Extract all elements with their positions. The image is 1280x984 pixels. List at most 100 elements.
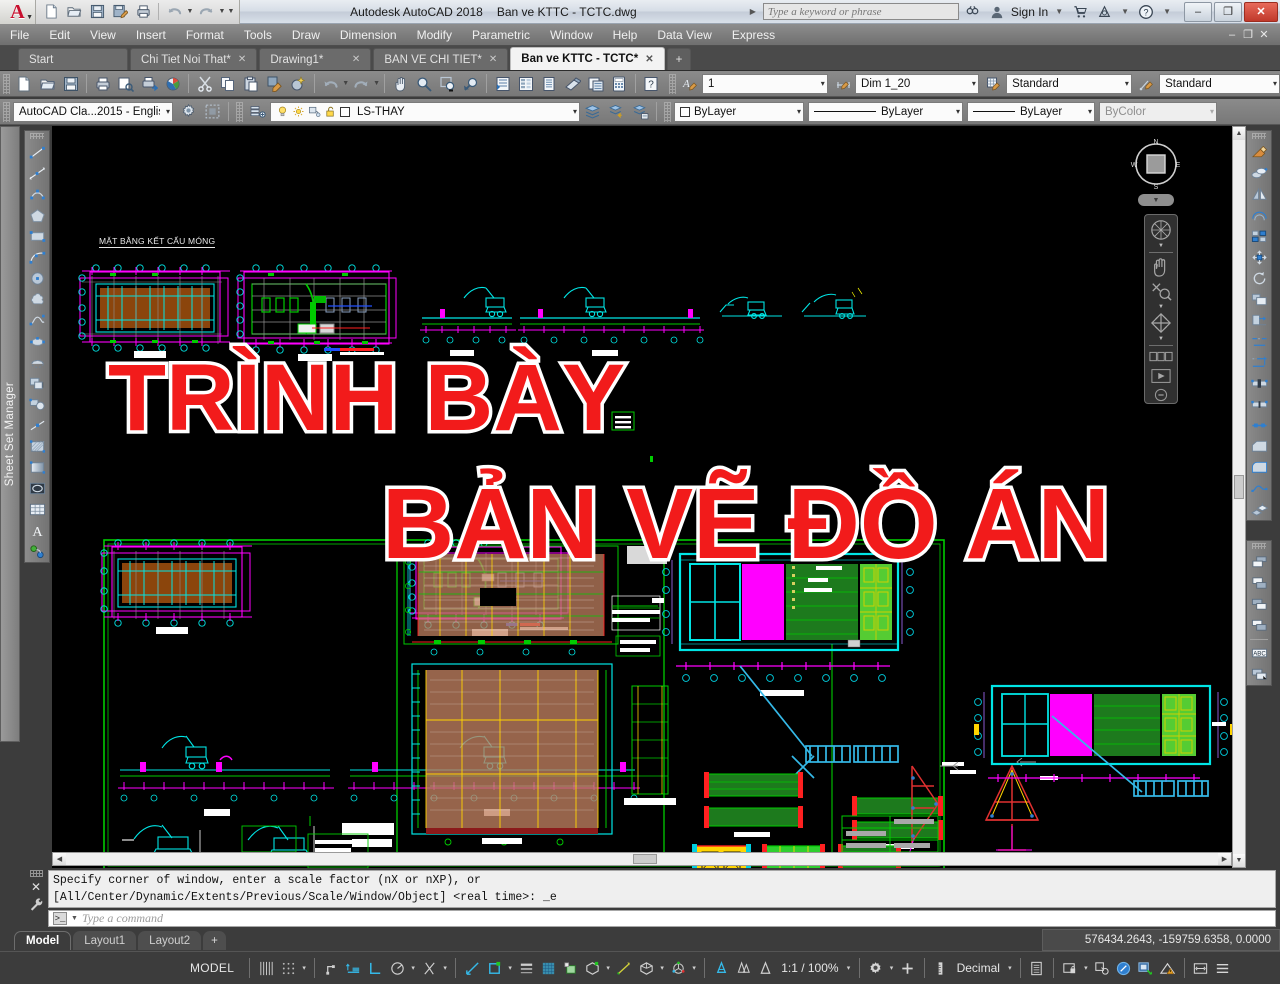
erase-icon[interactable] — [1248, 142, 1270, 163]
undo-button[interactable] — [163, 1, 185, 22]
3d-osnap-dropdown-arrow[interactable]: ▾ — [603, 964, 613, 972]
qnew-button[interactable] — [13, 72, 36, 95]
application-menu-button[interactable]: A ▼ — [0, 0, 36, 24]
gizmo-dropdown-arrow[interactable]: ▾ — [689, 964, 699, 972]
mirror-icon[interactable] — [1248, 184, 1270, 205]
menu-item-help[interactable]: Help — [603, 24, 648, 46]
workspace-combo[interactable]: AutoCAD Cla...2015 - English ▾ — [13, 101, 173, 122]
shopping-cart-icon[interactable] — [1070, 2, 1090, 21]
new-file-tab-button[interactable]: + — [666, 48, 692, 70]
layer-previous-button[interactable] — [604, 100, 628, 123]
gizmo-icon[interactable] — [667, 956, 689, 980]
clean-screen-icon[interactable] — [1135, 956, 1157, 980]
command-line-settings-icon[interactable] — [29, 897, 44, 912]
file-tab-ban-ve-kttc-tctc[interactable]: Ban ve KTTC - TCTC* ✕ — [510, 47, 665, 70]
trim-icon[interactable] — [1248, 331, 1270, 352]
menu-item-draw[interactable]: Draw — [282, 24, 330, 46]
units-dropdown-arrow[interactable]: ▾ — [1005, 964, 1015, 972]
chamfer-icon[interactable] — [1248, 436, 1270, 457]
sign-in-dropdown-arrow[interactable]: ▼ — [1052, 7, 1066, 16]
dynamic-input-icon[interactable] — [342, 956, 364, 980]
navbar-customize-icon[interactable] — [1148, 386, 1174, 403]
menu-item-express[interactable]: Express — [722, 24, 785, 46]
undo-button[interactable] — [319, 72, 342, 95]
chevron-down-icon[interactable]: ▼ — [1158, 243, 1164, 249]
plot-button[interactable] — [132, 1, 154, 22]
layer-properties-manager-button[interactable] — [246, 100, 270, 123]
autodesk-app-icon[interactable] — [1094, 2, 1114, 21]
annotation-scale-value[interactable]: 1:1 / 100% — [776, 961, 843, 975]
draw-toolbar-grip[interactable] — [30, 133, 44, 139]
text-style-toolbar-grip[interactable] — [669, 73, 676, 94]
table-style-combo[interactable]: Standard ▾ — [1006, 73, 1132, 94]
help-dropdown-arrow[interactable]: ▼ — [1160, 7, 1174, 16]
menu-item-tools[interactable]: Tools — [234, 24, 282, 46]
isolate-objects-icon[interactable] — [1091, 956, 1113, 980]
menu-item-dimension[interactable]: Dimension — [330, 24, 407, 46]
close-icon[interactable]: ✕ — [352, 54, 360, 65]
design-center-button[interactable] — [538, 72, 561, 95]
ortho-mode-icon[interactable] — [364, 956, 386, 980]
workspace-toolbar-grip[interactable] — [3, 101, 10, 122]
layer-color-swatch[interactable] — [340, 106, 350, 117]
undo-dropdown-arrow[interactable]: ▼ — [342, 80, 350, 87]
app-dropdown-arrow[interactable]: ▼ — [1118, 7, 1132, 16]
bring-above-object-icon[interactable] — [1248, 594, 1270, 615]
properties-toolbar-grip[interactable] — [664, 101, 671, 122]
scroll-up-arrow[interactable]: ▲ — [1233, 127, 1245, 140]
drawing-canvas[interactable]: MẶT BẰNG KẾT CẤU MÓNG TRÌNH BÀY TRÌNH BÀ… — [52, 126, 1232, 868]
chevron-down-icon[interactable]: ▼ — [1158, 336, 1164, 342]
rectangle-icon[interactable] — [26, 226, 48, 247]
chevron-down-icon[interactable]: ▾ — [160, 107, 170, 116]
redo-dropdown-arrow[interactable]: ▼ — [218, 8, 226, 15]
plot-preview-button[interactable] — [115, 72, 138, 95]
pan-hand-icon[interactable] — [1148, 256, 1174, 278]
command-line-close-icon[interactable]: ✕ — [31, 880, 41, 894]
pan-button[interactable] — [389, 72, 412, 95]
sheet-set-manager-button[interactable] — [584, 72, 607, 95]
point-icon[interactable] — [26, 415, 48, 436]
linetype-control-combo[interactable]: ByLayer ▾ — [808, 101, 963, 122]
grid-display-icon[interactable] — [255, 956, 277, 980]
explode-icon[interactable] — [1248, 499, 1270, 520]
offset-icon[interactable] — [1248, 205, 1270, 226]
plot-button[interactable] — [91, 72, 114, 95]
canvas-horizontal-scrollbar[interactable]: ◀ ▶ — [52, 852, 1232, 866]
command-line-grip[interactable] — [29, 870, 43, 877]
add-selected-icon[interactable] — [26, 541, 48, 562]
menu-item-view[interactable]: View — [80, 24, 126, 46]
tool-palettes-button[interactable] — [561, 72, 584, 95]
showmotion-thumbnails-icon[interactable] — [1148, 348, 1174, 365]
object-snap-tracking-icon[interactable] — [461, 956, 483, 980]
sign-in-button[interactable]: Sign In — [1011, 5, 1048, 19]
chevron-down-icon[interactable]: ▾ — [567, 107, 577, 116]
arc-icon[interactable] — [26, 247, 48, 268]
display-ui-button[interactable] — [200, 100, 224, 123]
save-as-file-button[interactable] — [109, 1, 131, 22]
chevron-down-icon[interactable]: ▾ — [815, 79, 825, 88]
close-icon[interactable]: ✕ — [645, 54, 653, 65]
close-button[interactable]: ✕ — [1244, 1, 1278, 22]
file-tab-chi-tiet-noi-that[interactable]: Chi Tiet Noi That* ✕ — [130, 48, 258, 70]
workspace-switching-icon[interactable] — [865, 956, 887, 980]
color-swatch[interactable] — [680, 106, 690, 117]
workspace-dropdown-arrow[interactable]: ▾ — [887, 964, 897, 972]
chevron-down-icon[interactable]: ▾ — [1267, 79, 1277, 88]
customization-icon[interactable] — [1212, 956, 1234, 980]
model-space-button[interactable]: MODEL — [180, 957, 244, 979]
account-icon[interactable] — [987, 2, 1007, 21]
quick-properties-icon[interactable] — [1026, 956, 1048, 980]
osnap-dropdown-arrow[interactable]: ▾ — [505, 964, 515, 972]
bring-to-front-icon[interactable] — [1248, 552, 1270, 573]
chevron-down-icon[interactable]: ▼ — [1158, 304, 1164, 310]
mleader-style-manager-button[interactable] — [1136, 72, 1159, 95]
lock-dropdown-arrow[interactable]: ▾ — [1081, 964, 1091, 972]
sheet-set-manager-panel[interactable]: Sheet Set Manager — [0, 126, 20, 742]
view-cube[interactable]: N S E W — [1128, 136, 1184, 192]
revision-cloud-icon[interactable] — [26, 289, 48, 310]
dim-style-combo[interactable]: Dim 1_20 ▾ — [855, 73, 979, 94]
isometric-drafting-icon[interactable] — [418, 956, 440, 980]
lock-ui-icon[interactable] — [1059, 956, 1081, 980]
layer-toolbar-grip[interactable] — [236, 101, 243, 122]
dim-style-manager-button[interactable] — [832, 72, 855, 95]
